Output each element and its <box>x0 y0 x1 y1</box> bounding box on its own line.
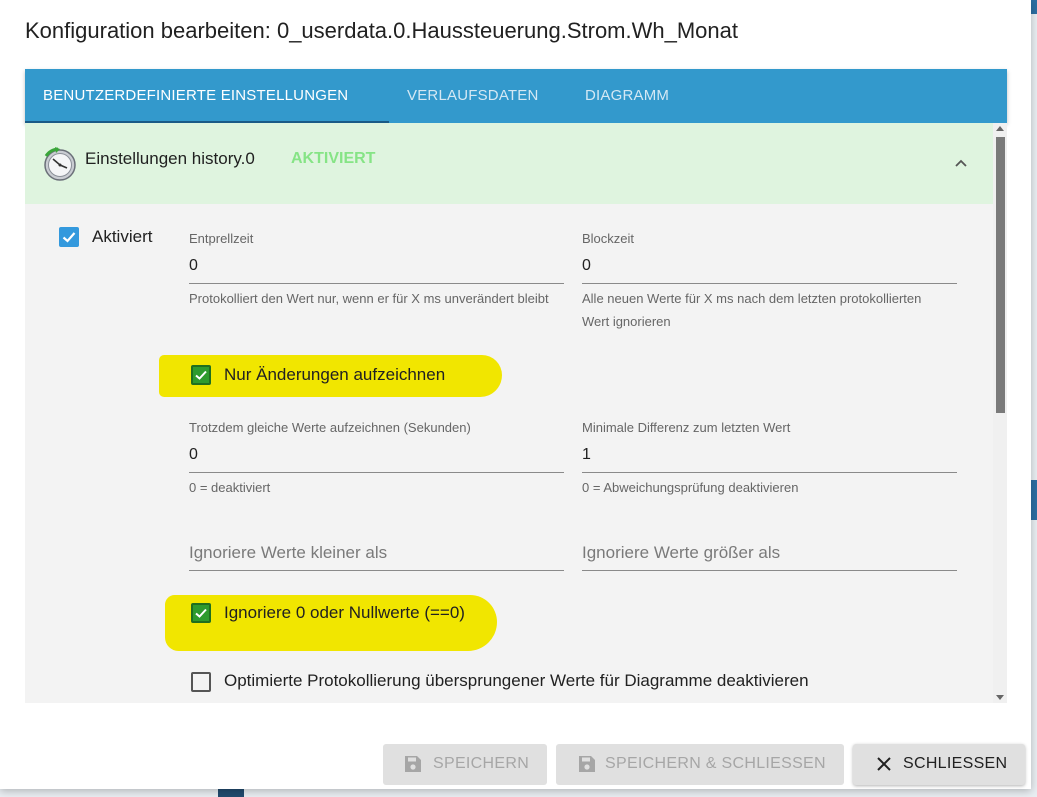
scrollbar[interactable] <box>993 123 1007 703</box>
save-close-button[interactable]: SPEICHERN & SCHLIESSEN <box>556 744 844 785</box>
checkmark-icon <box>62 232 76 243</box>
background-app-bottom <box>0 789 1037 797</box>
ignore-below-input[interactable]: Ignoriere Werte kleiner als <box>189 543 387 563</box>
close-icon <box>877 757 891 771</box>
config-dialog: Konfiguration bearbeiten: 0_userdata.0.H… <box>0 0 1031 789</box>
save-icon <box>405 756 421 772</box>
dialog-content: Einstellungen history.0 AKTIVIERT Aktivi… <box>25 123 1007 703</box>
background-chip <box>218 789 244 797</box>
panel-title: Einstellungen history.0 <box>85 149 255 168</box>
ignore-above-input[interactable]: Ignoriere Werte größer als <box>582 543 780 563</box>
tab-chart[interactable]: DIAGRAMM <box>585 69 669 123</box>
ignore-below-underline <box>189 570 564 571</box>
ignore-above-underline <box>582 570 957 571</box>
scroll-thumb[interactable] <box>996 137 1005 413</box>
debounce-underline <box>189 283 564 284</box>
enabled-checkbox[interactable] <box>59 227 79 247</box>
blocktime-input[interactable]: 0 <box>582 257 591 275</box>
debounce-label: Entprellzeit <box>189 231 254 246</box>
disable-skipped-label: Optimierte Protokollierung übersprungene… <box>224 671 809 690</box>
save-button[interactable]: SPEICHERN <box>383 744 547 785</box>
checkmark-icon <box>195 370 207 380</box>
blocktime-underline <box>582 283 957 284</box>
ignore-zero-checkbox[interactable] <box>191 603 211 623</box>
blocktime-label: Blockzeit <box>582 231 635 246</box>
enabled-label: Aktiviert <box>92 227 153 246</box>
panel-status-badge: AKTIVIERT <box>291 150 376 167</box>
dialog-title: Konfiguration bearbeiten: 0_userdata.0.H… <box>25 18 738 43</box>
background-stripe <box>1031 480 1037 520</box>
debounce-helper: Protokolliert den Wert nur, wenn er für … <box>189 291 549 306</box>
save-close-button-label: SPEICHERN & SCHLIESSEN <box>605 755 826 772</box>
disable-skipped-checkbox[interactable] <box>191 672 211 692</box>
tab-bar: BENUTZERDEFINIERTE EINSTELLUNGEN VERLAUF… <box>25 69 1007 123</box>
panel-header[interactable]: Einstellungen history.0 AKTIVIERT <box>25 123 993 204</box>
tab-custom-settings[interactable]: BENUTZERDEFINIERTE EINSTELLUNGEN <box>43 69 348 123</box>
scroll-down-arrow-icon[interactable] <box>996 695 1004 700</box>
min-delta-input[interactable]: 1 <box>582 446 591 464</box>
close-button-label: SCHLIESSEN <box>903 755 1008 772</box>
save-icon <box>579 756 595 772</box>
min-delta-label: Minimale Differenz zum letzten Wert <box>582 420 791 435</box>
save-button-label: SPEICHERN <box>433 755 530 772</box>
scroll-up-arrow-icon[interactable] <box>996 126 1004 131</box>
checkmark-icon <box>195 608 207 618</box>
change-interval-helper: 0 = deaktiviert <box>189 480 271 495</box>
background-app-edge <box>1031 0 1037 797</box>
background-stripe <box>1031 0 1037 14</box>
tab-history-data[interactable]: VERLAUFSDATEN <box>407 69 539 123</box>
changes-only-checkbox[interactable] <box>191 365 211 385</box>
chevron-up-icon[interactable] <box>951 153 971 173</box>
blocktime-helper: Alle neuen Werte für X ms nach dem letzt… <box>582 291 922 329</box>
history-clock-icon <box>44 147 76 181</box>
close-button[interactable]: SCHLIESSEN <box>853 744 1025 785</box>
changes-only-label: Nur Änderungen aufzeichnen <box>224 365 446 384</box>
min-delta-underline <box>582 472 957 473</box>
ignore-zero-label: Ignoriere 0 oder Nullwerte (==0) <box>224 603 465 622</box>
change-interval-underline <box>189 472 564 473</box>
change-interval-label: Trotzdem gleiche Werte aufzeichnen (Seku… <box>189 420 471 435</box>
debounce-input[interactable]: 0 <box>189 257 198 275</box>
min-delta-helper: 0 = Abweichungsprüfung deaktivieren <box>582 480 799 495</box>
change-interval-input[interactable]: 0 <box>189 446 198 464</box>
